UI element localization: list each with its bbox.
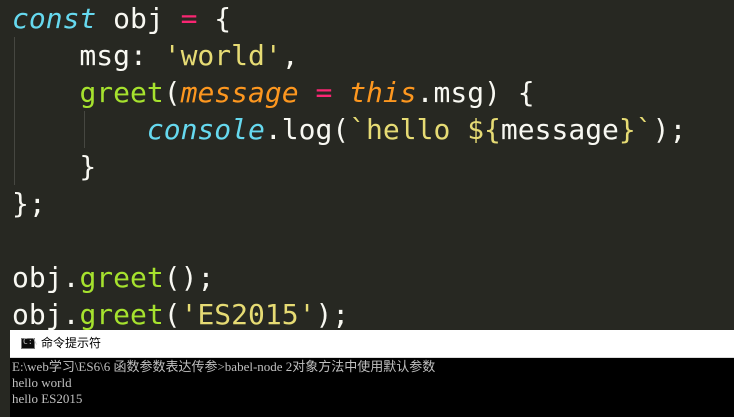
code-line: }; (12, 185, 46, 222)
cmd-window-icon: C:\ (21, 337, 37, 349)
terminal-titlebar[interactable]: C:\ 命令提示符 (10, 330, 734, 358)
code-token: }` (618, 113, 653, 146)
code-token: message (180, 76, 299, 109)
code-token: , (281, 39, 299, 72)
code-editor[interactable]: const obj = { msg: 'world', greet(messag… (0, 0, 734, 330)
code-token: }; (12, 187, 46, 220)
terminal-output-line: hello ES2015 (12, 391, 83, 406)
code-token: .msg) { (416, 76, 535, 109)
code-line: msg: 'world', (12, 37, 299, 74)
code-line: console.log(`hello ${message}`); (12, 111, 687, 148)
command-prompt-window[interactable]: C:\ 命令提示符 E:\web学习\ES6\6 函数参数表达传参>babel-… (10, 330, 734, 417)
code-token: ${ (467, 113, 501, 146)
code-token: 'world' (163, 39, 282, 72)
code-token: { (197, 2, 232, 35)
code-token: obj. (12, 261, 80, 294)
terminal-command-line: E:\web学习\ES6\6 函数参数表达传参>babel-node 2对象方法… (12, 359, 436, 374)
code-token: ); (652, 113, 687, 146)
code-token: this (349, 76, 417, 109)
code-token: = (180, 2, 198, 35)
terminal-title: 命令提示符 (41, 336, 102, 350)
code-token: ); (315, 298, 350, 330)
code-line: greet(message = this.msg) { (12, 74, 535, 111)
code-line: const obj = { (12, 0, 231, 37)
code-token: (); (163, 261, 215, 294)
code-token: ( (163, 76, 181, 109)
code-token: } (12, 150, 97, 183)
code-token: ( (163, 298, 181, 330)
code-token: 'ES2015' (180, 298, 316, 330)
code-token: const (12, 2, 97, 35)
code-token: obj (96, 2, 181, 35)
code-token: = (315, 76, 333, 109)
code-token: `hello (349, 113, 468, 146)
code-line: obj.greet('ES2015'); (12, 296, 349, 330)
terminal-output-line: hello world (12, 375, 72, 390)
code-token: greet (79, 76, 164, 109)
code-token: greet (79, 298, 164, 330)
code-token: msg: (12, 39, 164, 72)
code-line: } (12, 148, 96, 185)
code-token: greet (79, 261, 164, 294)
code-token: .log( (264, 113, 350, 146)
code-line: obj.greet(); (12, 259, 214, 296)
code-token: message (500, 113, 619, 146)
code-token: obj. (12, 298, 80, 330)
code-token: console (146, 113, 265, 146)
